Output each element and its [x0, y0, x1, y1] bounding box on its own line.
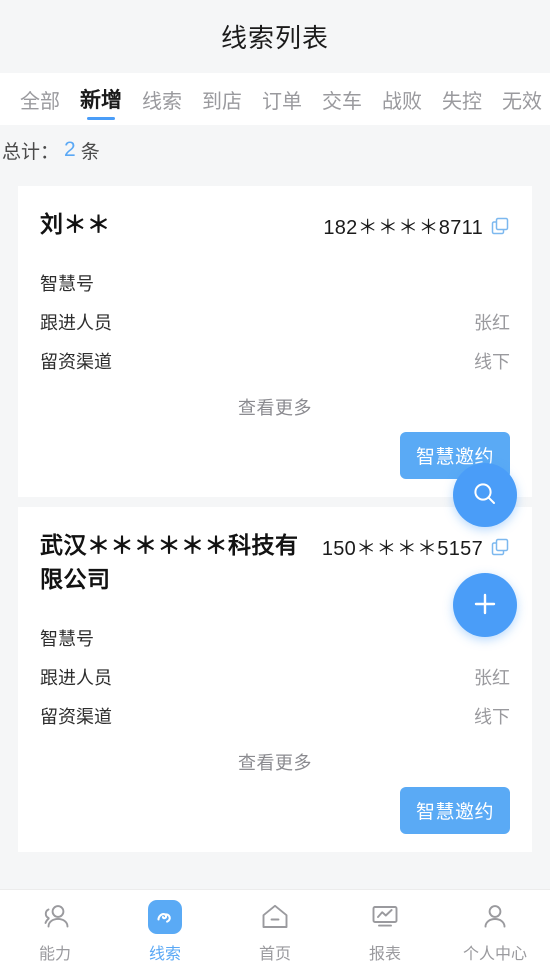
tab-2[interactable]: 线索 [132, 73, 192, 125]
card-header: 武汉＊＊＊＊＊＊科技有限公司 150＊＊＊＊5157 [40, 529, 510, 596]
field-row: 留资渠道 线下 [40, 341, 510, 380]
phone-number: 150＊＊＊＊5157 [321, 538, 483, 561]
tab-8[interactable]: 无效 [492, 73, 550, 125]
nav-item-4[interactable]: 个人中心 [440, 900, 550, 964]
nav-item-label: 个人中心 [462, 946, 527, 963]
tab-7[interactable]: 失控 [432, 73, 492, 125]
field-label: 跟进人员 [40, 667, 112, 688]
clue-card-list[interactable]: 刘＊＊ 182＊＊＊＊8711 智慧号 跟进人员 张红 留资渠道 线下 查看更多… [0, 176, 550, 889]
copy-icon[interactable] [490, 537, 510, 557]
nav-item-label: 能力 [38, 946, 71, 963]
view-more-link[interactable]: 查看更多 [40, 394, 510, 420]
phone-group: 150＊＊＊＊5157 [322, 529, 510, 561]
nav-item-label: 报表 [368, 946, 401, 963]
tab-label: 战败 [382, 90, 422, 113]
clue-card[interactable]: 刘＊＊ 182＊＊＊＊8711 智慧号 跟进人员 张红 留资渠道 线下 查看更多… [18, 186, 532, 498]
field-value: 线下 [474, 351, 510, 372]
nav-item-0[interactable]: 能力 [0, 900, 110, 964]
field-value: 张红 [474, 312, 510, 333]
total-suffix-label: 条 [80, 141, 100, 163]
tab-label: 全部 [20, 90, 60, 113]
field-row: 智慧号 [40, 263, 510, 302]
tab-3[interactable]: 到店 [192, 73, 252, 125]
phone-group: 182＊＊＊＊8711 [323, 208, 510, 240]
report-monitor-icon [368, 900, 402, 934]
tab-4[interactable]: 订单 [252, 73, 312, 125]
nav-item-label: 首页 [258, 946, 291, 963]
field-row: 跟进人员 张红 [40, 302, 510, 341]
clue-wave-icon [148, 900, 182, 934]
add-fab-button[interactable] [453, 573, 517, 637]
customer-name: 武汉＊＊＊＊＊＊科技有限公司 [40, 532, 299, 592]
nav-item-3[interactable]: 报表 [330, 900, 440, 964]
tab-1[interactable]: 新增 [70, 73, 132, 125]
copy-icon[interactable] [490, 216, 510, 236]
smart-invite-button[interactable]: 智慧邀约 [399, 787, 510, 835]
nav-item-2[interactable]: 首页 [220, 900, 330, 964]
total-count-strip: 总计： 2 条 [0, 125, 550, 175]
tab-5[interactable]: 交车 [312, 73, 372, 125]
person-icon [478, 900, 512, 934]
field-value: 张红 [474, 667, 510, 688]
tab-label: 无效 [502, 90, 542, 113]
category-tabbar[interactable]: 全部 新增 线索 到店 订单 交车 战败 失控 无效 [0, 73, 550, 125]
tab-0[interactable]: 全部 [10, 73, 70, 125]
phone-number: 182＊＊＊＊8711 [323, 217, 483, 239]
total-prefix-label: 总计： [2, 141, 60, 163]
clue-card[interactable]: 武汉＊＊＊＊＊＊科技有限公司 150＊＊＊＊5157 智慧号 跟进人员 张红 留… [18, 507, 532, 853]
tab-6[interactable]: 战败 [372, 73, 432, 125]
field-label: 智慧号 [40, 628, 94, 649]
card-actions: 智慧邀约 [40, 787, 510, 835]
tab-label: 订单 [262, 90, 302, 113]
field-row: 跟进人员 张红 [40, 657, 510, 696]
page-title: 线索列表 [220, 23, 329, 53]
card-fields: 智慧号 跟进人员 张红 留资渠道 线下 [40, 263, 510, 380]
plus-icon [470, 589, 500, 622]
field-value: 线下 [474, 706, 510, 727]
field-label: 留资渠道 [40, 706, 112, 727]
field-row: 智慧号 [40, 618, 510, 657]
tab-label: 交车 [322, 90, 362, 113]
clue-wave-icon [148, 900, 182, 934]
field-label: 跟进人员 [40, 312, 112, 333]
total-count-value: 2 [64, 138, 76, 161]
search-icon [470, 479, 500, 512]
bottom-navigation-bar[interactable]: 能力 线索 首页 报表 个人中心 [0, 889, 550, 977]
tab-label: 到店 [202, 90, 242, 113]
card-actions: 智慧邀约 [40, 432, 510, 480]
field-row: 留资渠道 线下 [40, 696, 510, 735]
search-fab-button[interactable] [453, 463, 517, 527]
customer-name: 刘＊＊ [40, 211, 111, 237]
view-more-link[interactable]: 查看更多 [40, 749, 510, 775]
home-icon [258, 900, 292, 934]
tab-label: 新增 [80, 89, 122, 112]
nav-item-label: 线索 [148, 946, 181, 963]
app-header: 线索列表 [0, 0, 550, 73]
tab-label: 线索 [142, 90, 182, 113]
tab-label: 失控 [442, 90, 482, 113]
people-group-icon [38, 900, 72, 934]
card-fields: 智慧号 跟进人员 张红 留资渠道 线下 [40, 618, 510, 735]
field-label: 智慧号 [40, 273, 94, 294]
card-header: 刘＊＊ 182＊＊＊＊8711 [40, 208, 510, 241]
nav-item-1[interactable]: 线索 [110, 900, 220, 964]
field-label: 留资渠道 [40, 351, 112, 372]
